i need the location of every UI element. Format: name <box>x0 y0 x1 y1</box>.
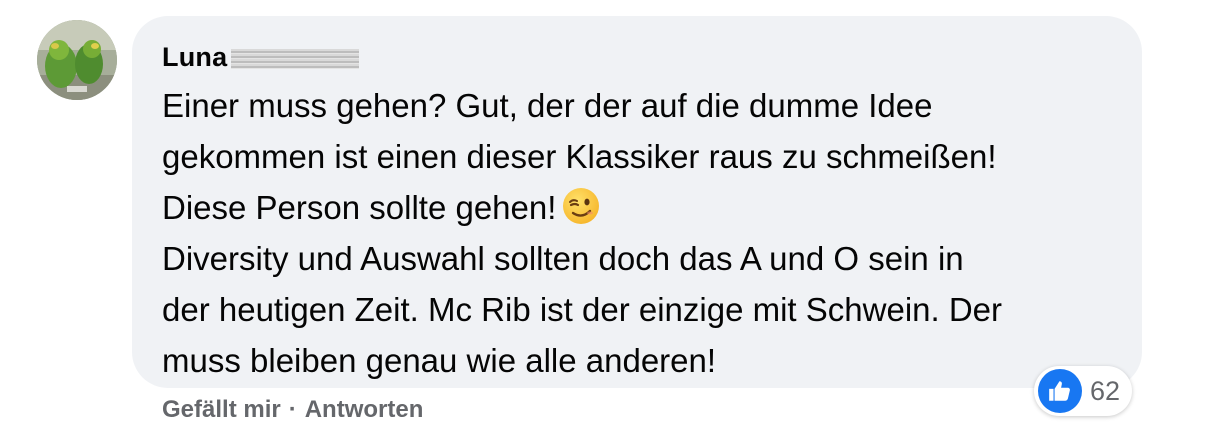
winking-face-icon <box>562 187 600 225</box>
avatar[interactable] <box>37 20 117 100</box>
comment-line: muss bleiben genau wie alle anderen! <box>162 342 717 379</box>
author-name[interactable]: Luna <box>162 42 227 73</box>
comment-container: Luna Einer muss gehen? Gut, der der auf … <box>0 0 1224 438</box>
reaction-count: 62 <box>1090 375 1121 406</box>
comment-line: Diversity und Auswahl sollten doch das A… <box>162 240 964 277</box>
redacted-surname <box>231 49 360 69</box>
comment-line-with-emoji: Diese Person sollte gehen! <box>162 182 1118 233</box>
separator: · <box>288 396 297 423</box>
comment-line: Diese Person sollte gehen! <box>162 189 557 226</box>
comment-actions: Gefällt mir · Antworten <box>162 396 423 424</box>
comment-bubble: Luna Einer muss gehen? Gut, der der auf … <box>132 16 1142 388</box>
like-button[interactable]: Gefällt mir <box>162 396 281 424</box>
comment-line: gekommen ist einen dieser Klassiker raus… <box>162 138 997 175</box>
like-icon <box>1038 369 1082 413</box>
comment-line: der heutigen Zeit. Mc Rib ist der einzig… <box>162 291 1003 328</box>
comment-text: Einer muss gehen? Gut, der der auf die d… <box>162 80 1118 386</box>
reaction-summary[interactable]: 62 <box>1034 366 1133 416</box>
comment-line: Einer muss gehen? Gut, der der auf die d… <box>162 87 933 124</box>
author-row: Luna <box>162 40 1118 74</box>
reply-button[interactable]: Antworten <box>305 396 424 424</box>
